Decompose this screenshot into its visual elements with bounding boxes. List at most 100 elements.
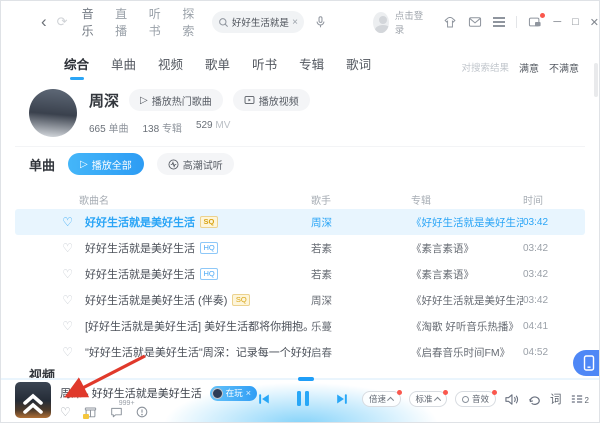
- expand-player-icon: [15, 383, 51, 417]
- more-info-icon[interactable]: [136, 406, 148, 418]
- feedback-satisfied-button[interactable]: 满意: [519, 60, 539, 75]
- login-area[interactable]: 点击登录: [373, 8, 423, 36]
- result-tab-video[interactable]: 视频: [158, 54, 183, 80]
- nav-live[interactable]: 直播: [115, 5, 131, 39]
- table-row[interactable]: ♡ [好好生活就是美好生活] 美好生活都将你拥抱。 乐蔓 《淘歌 好听音乐热播》…: [15, 313, 585, 339]
- song-artist[interactable]: 乐蔓: [311, 319, 411, 334]
- song-artist[interactable]: 周深: [311, 215, 411, 230]
- sound-effect-button[interactable]: 音效: [455, 391, 496, 407]
- song-title[interactable]: 好好生活就是美好生活: [85, 214, 195, 230]
- like-song-icon[interactable]: ♡: [60, 407, 71, 417]
- song-duration: 03:42: [523, 295, 585, 306]
- song-duration: 03:42: [523, 269, 585, 280]
- artist-card: 周深 ▷ 播放热门歌曲 播放视频 665 单曲 138 专辑 529 MV: [29, 89, 310, 137]
- table-row[interactable]: ♡ 好好生活就是美好生活 HQ 若素 《素言素语》 03:42: [15, 261, 585, 287]
- result-tab-lyrics[interactable]: 歌词: [346, 54, 371, 80]
- close-pill-icon[interactable]: ×: [246, 388, 251, 398]
- lyrics-button[interactable]: 词: [550, 391, 562, 407]
- next-track-icon[interactable]: [335, 392, 349, 406]
- clear-search-icon[interactable]: ×: [292, 17, 298, 28]
- listen-together-pill[interactable]: 在玩 ×: [210, 386, 257, 401]
- chevron-up-icon: [434, 397, 440, 403]
- music-recognition-icon[interactable]: [314, 15, 327, 29]
- song-title[interactable]: 好好生活就是美好生活: [85, 240, 195, 256]
- nav-audiobook[interactable]: 听书: [149, 5, 165, 39]
- comment-icon[interactable]: 999+: [110, 406, 123, 418]
- login-label[interactable]: 点击登录: [395, 8, 424, 36]
- pause-icon[interactable]: [297, 391, 309, 406]
- song-artist[interactable]: 若素: [311, 267, 411, 282]
- single-section-title: 单曲: [29, 155, 55, 174]
- favorite-icon[interactable]: ♡: [15, 319, 85, 333]
- progress-thumb[interactable]: [298, 377, 314, 381]
- song-artist[interactable]: 周深: [311, 293, 411, 308]
- favorite-icon[interactable]: ♡: [15, 241, 85, 255]
- nav-music[interactable]: 音乐: [82, 5, 98, 39]
- back-icon[interactable]: ‹: [41, 12, 47, 32]
- purchase-icon[interactable]: [84, 406, 97, 418]
- song-album[interactable]: 《好好生活就是美好生活》: [411, 293, 523, 308]
- play-videos-button[interactable]: 播放视频: [233, 89, 310, 111]
- volume-icon[interactable]: [504, 393, 519, 406]
- mobile-app-button[interactable]: [573, 350, 600, 376]
- favorite-icon[interactable]: ♡: [15, 293, 85, 307]
- progress-bar[interactable]: [1, 378, 599, 380]
- song-album[interactable]: 《素言素语》: [411, 267, 523, 282]
- result-tab-playlist[interactable]: 歌单: [205, 54, 230, 80]
- result-tab-all[interactable]: 综合: [64, 54, 89, 80]
- price-badge: [83, 414, 89, 419]
- nav-explore[interactable]: 探索: [182, 5, 198, 39]
- play-hot-songs-button[interactable]: ▷ 播放热门歌曲: [129, 89, 223, 111]
- quality-badge: HQ: [200, 268, 218, 281]
- song-title[interactable]: "好好生活就是美好生活"周深：记录每一个好好生活的人: [85, 344, 311, 360]
- playback-speed-button[interactable]: 倍速: [362, 391, 401, 407]
- song-album[interactable]: 《启春音乐时间FM》: [411, 345, 523, 360]
- message-icon[interactable]: [468, 16, 482, 28]
- song-title[interactable]: 好好生活就是美好生活: [85, 266, 195, 282]
- search-query[interactable]: 好好生活就是美: [232, 15, 289, 29]
- feedback-unsatisfied-button[interactable]: 不满意: [549, 60, 579, 75]
- favorite-icon[interactable]: ♡: [15, 215, 85, 229]
- queue-list-icon: [570, 393, 584, 405]
- chevron-up-icon: [387, 397, 393, 403]
- refresh-icon[interactable]: ⟳: [57, 14, 68, 30]
- artist-name[interactable]: 周深: [89, 90, 119, 111]
- song-artist[interactable]: 启春: [311, 345, 411, 360]
- song-album[interactable]: 《好好生活就是美好生活》: [411, 215, 523, 230]
- main-menu-icon[interactable]: [493, 17, 505, 26]
- search-box[interactable]: 好好生活就是美 ×: [212, 11, 304, 33]
- favorite-icon[interactable]: ♡: [15, 345, 85, 359]
- song-album[interactable]: 《淘歌 好听音乐热播》: [411, 319, 523, 334]
- table-row[interactable]: ♡ 好好生活就是美好生活 (伴奏)SQ 周深 《好好生活就是美好生活》 03:4…: [15, 287, 585, 313]
- song-artist[interactable]: 若素: [311, 241, 411, 256]
- play-queue-button[interactable]: 2: [570, 393, 589, 405]
- now-playing-title[interactable]: 周深 - 好好生活就是美好生活: [60, 385, 202, 401]
- song-album[interactable]: 《素言素语》: [411, 241, 523, 256]
- climax-preview-button[interactable]: 高潮试听: [157, 153, 234, 175]
- skin-icon[interactable]: [443, 16, 457, 29]
- song-title[interactable]: 好好生活就是美好生活 (伴奏): [85, 292, 227, 308]
- table-row[interactable]: ♡ "好好生活就是美好生活"周深：记录每一个好好生活的人HQ 启春 《启春音乐时…: [15, 339, 585, 365]
- result-tab-single[interactable]: 单曲: [111, 54, 136, 80]
- result-tab-album[interactable]: 专辑: [299, 54, 324, 80]
- maximize-icon[interactable]: □: [572, 16, 579, 28]
- stat-songs: 665 单曲: [89, 120, 128, 135]
- song-title[interactable]: [好好生活就是美好生活] 美好生活都将你拥抱。: [85, 318, 311, 334]
- result-tab-audiobook[interactable]: 听书: [252, 54, 277, 80]
- favorite-icon[interactable]: ♡: [15, 267, 85, 281]
- table-row[interactable]: ♡ 好好生活就是美好生活HQ 若素 《素言素语》 03:42: [15, 235, 585, 261]
- listener-avatar: [212, 388, 223, 399]
- mini-mode-icon[interactable]: [528, 16, 542, 28]
- section-divider: [15, 146, 585, 147]
- close-icon[interactable]: ✕: [590, 16, 599, 29]
- album-art[interactable]: [15, 382, 51, 418]
- minimize-icon[interactable]: ─: [553, 16, 561, 28]
- avatar[interactable]: [373, 12, 389, 33]
- play-all-button[interactable]: ▷ 播放全部: [68, 153, 144, 175]
- artist-avatar[interactable]: [29, 89, 77, 137]
- loop-mode-icon[interactable]: [527, 393, 542, 406]
- previous-track-icon[interactable]: [257, 392, 271, 406]
- scrollbar[interactable]: [594, 63, 598, 97]
- table-row[interactable]: ♡ 好好生活就是美好生活SQ 周深 《好好生活就是美好生活》 03:42: [15, 209, 585, 235]
- audio-quality-button[interactable]: 标准: [409, 391, 448, 407]
